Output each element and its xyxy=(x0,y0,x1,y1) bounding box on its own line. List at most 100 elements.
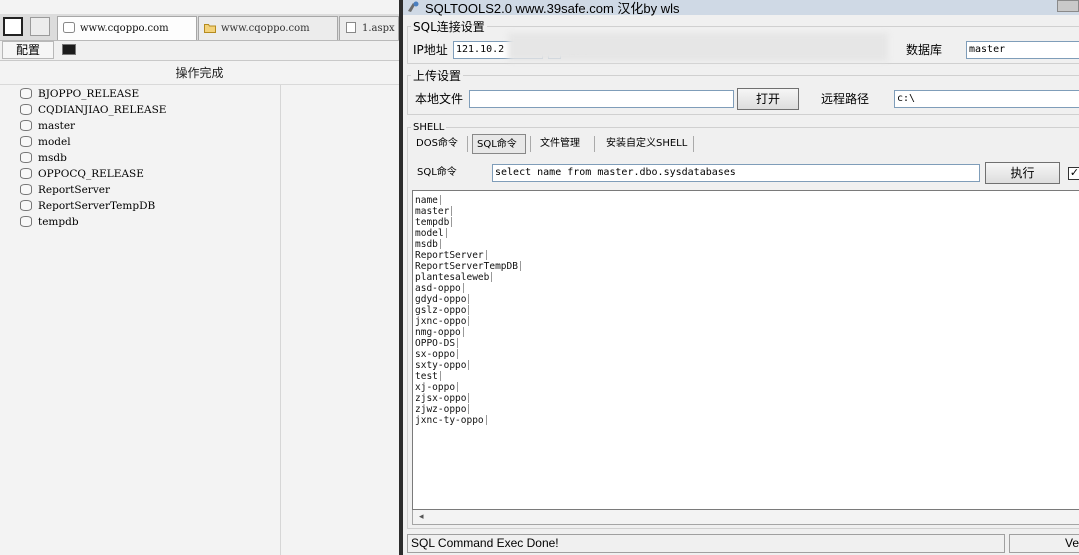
tab-separator xyxy=(530,136,531,152)
database-icon xyxy=(20,215,32,227)
table-row[interactable]: plantesaleweb xyxy=(415,272,493,283)
tab-file-manager[interactable]: 文件管理 xyxy=(536,134,584,154)
window-layout-button[interactable] xyxy=(3,17,23,36)
table-row[interactable]: zjwz-oppo xyxy=(415,404,470,415)
cell-text: sx-oppo xyxy=(415,349,456,360)
database-name: ReportServer xyxy=(38,184,110,196)
cell-text: zjwz-oppo xyxy=(415,404,467,415)
database-list-item[interactable]: CQDIANJIAO_RELEASE xyxy=(20,102,166,118)
database-name: master xyxy=(38,120,76,132)
cell-border xyxy=(468,316,470,326)
tab-sql-command[interactable]: SQL命令 xyxy=(472,134,526,154)
table-row[interactable]: ReportServer xyxy=(415,250,487,261)
cell-text: xj-oppo xyxy=(415,382,456,393)
tab-cqoppo-1[interactable]: www.cqoppo.com xyxy=(57,16,197,40)
horizontal-scrollbar[interactable]: ◂ xyxy=(412,510,1079,525)
maximize-button[interactable] xyxy=(1057,0,1079,12)
tab-aspx[interactable]: 1.aspx xyxy=(339,16,399,40)
table-row[interactable]: model xyxy=(415,228,447,239)
database-name: CQDIANJIAO_RELEASE xyxy=(38,104,167,116)
config-button[interactable]: 配置 xyxy=(2,41,54,59)
database-list-item[interactable]: msdb xyxy=(20,150,67,166)
terminal-icon[interactable] xyxy=(62,44,76,55)
cell-text: sxty-oppo xyxy=(415,360,467,371)
status-message: SQL Command Exec Done! xyxy=(407,534,1005,553)
cell-border xyxy=(485,250,487,260)
cell-border xyxy=(457,349,459,359)
table-row[interactable]: sxty-oppo xyxy=(415,360,470,371)
tab-label: www.cqoppo.com xyxy=(80,23,169,34)
remote-path-input[interactable]: c:\ xyxy=(894,90,1079,108)
cell-text: master xyxy=(415,206,450,217)
tab-separator xyxy=(594,136,595,152)
sql-command-input[interactable]: select name from master.dbo.sysdatabases xyxy=(492,164,980,182)
table-row[interactable]: asd-oppo xyxy=(415,283,464,294)
tab-cqoppo-2[interactable]: www.cqoppo.com xyxy=(198,16,338,40)
table-row[interactable]: gdyd-oppo xyxy=(415,294,470,305)
table-row[interactable]: jxnc-ty-oppo xyxy=(415,415,487,426)
status-bar: SQL Command Exec Done! Ve xyxy=(403,531,1079,555)
window-title: SQLTOOLS2.0 www.39safe.com 汉化by wls xyxy=(425,1,680,16)
table-row[interactable]: nmg-oppo xyxy=(415,327,464,338)
open-button[interactable]: 打开 xyxy=(737,88,799,110)
table-row[interactable]: ReportServerTempDB xyxy=(415,261,521,272)
cell-border xyxy=(468,404,470,414)
table-row[interactable]: xj-oppo xyxy=(415,382,459,393)
option-checkbox[interactable]: ✓ xyxy=(1068,167,1079,180)
database-icon xyxy=(20,151,32,163)
cell-text: name xyxy=(415,195,438,206)
database-name: tempdb xyxy=(38,216,79,228)
status-version: Ve xyxy=(1009,534,1079,553)
database-icon xyxy=(20,167,32,179)
grid-view-button[interactable] xyxy=(30,17,50,36)
database-icon xyxy=(20,199,32,211)
cell-border xyxy=(451,206,453,216)
table-row[interactable]: zjsx-oppo xyxy=(415,393,470,404)
scroll-left-arrow-icon[interactable]: ◂ xyxy=(419,510,424,524)
database-list-item[interactable]: ReportServer xyxy=(20,182,110,198)
webshell-browser-pane: www.cqoppo.com www.cqoppo.com 1.aspx 配置 … xyxy=(0,0,399,555)
results-grid[interactable]: name master tempdb model msdb ReportServer Rep… xyxy=(412,190,1079,510)
local-file-input[interactable] xyxy=(469,90,734,108)
database-list: BJOPPO_RELEASE CQDIANJIAO_RELEASEmaster mo… xyxy=(0,85,280,555)
database-list-item[interactable]: master xyxy=(20,118,75,134)
database-name: msdb xyxy=(38,152,67,164)
cell-text: jxnc-oppo xyxy=(415,316,467,327)
tab-install-shell[interactable]: 安装自定义SHELL xyxy=(602,134,691,154)
table-row[interactable]: OPPO-DS xyxy=(415,338,459,349)
table-row[interactable]: jxnc-oppo xyxy=(415,316,470,327)
tab-label: www.cqoppo.com xyxy=(221,23,310,34)
tab-separator xyxy=(467,136,468,152)
cell-text: tempdb xyxy=(415,217,450,228)
table-row[interactable]: test xyxy=(415,371,441,382)
page-icon xyxy=(346,22,356,33)
database-list-item[interactable]: tempdb xyxy=(20,214,79,230)
database-list-item[interactable]: OPPOCQ_RELEASE xyxy=(20,166,144,182)
cell-border xyxy=(468,294,470,304)
local-file-label: 本地文件 xyxy=(415,92,464,106)
cell-text: plantesaleweb xyxy=(415,272,490,283)
table-row[interactable]: tempdb xyxy=(415,217,453,228)
database-label: 数据库 xyxy=(906,43,943,57)
results-header[interactable]: name xyxy=(415,195,441,206)
table-row[interactable]: msdb xyxy=(415,239,441,250)
execute-button[interactable]: 执行 xyxy=(985,162,1060,184)
database-list-item[interactable]: model xyxy=(20,134,71,150)
table-row[interactable]: gslz-oppo xyxy=(415,305,470,316)
cell-border xyxy=(439,239,441,249)
toolbar: 配置 xyxy=(0,41,399,61)
database-name: BJOPPO_RELEASE xyxy=(38,88,140,100)
tab-dos-command[interactable]: DOS命令 xyxy=(412,134,462,154)
database-list-item[interactable]: BJOPPO_RELEASE xyxy=(20,86,139,102)
ip-label: IP地址 xyxy=(413,43,448,57)
database-input[interactable]: master xyxy=(966,41,1079,59)
cell-text: msdb xyxy=(415,239,438,250)
database-list-item[interactable]: ReportServerTempDB xyxy=(20,198,155,214)
shell-group-label: SHELL xyxy=(411,121,447,135)
folder-icon xyxy=(204,24,216,33)
cell-border xyxy=(457,382,459,392)
cell-text: nmg-oppo xyxy=(415,327,461,338)
table-row[interactable]: sx-oppo xyxy=(415,349,459,360)
database-icon xyxy=(20,119,32,131)
table-row[interactable]: master xyxy=(415,206,453,217)
